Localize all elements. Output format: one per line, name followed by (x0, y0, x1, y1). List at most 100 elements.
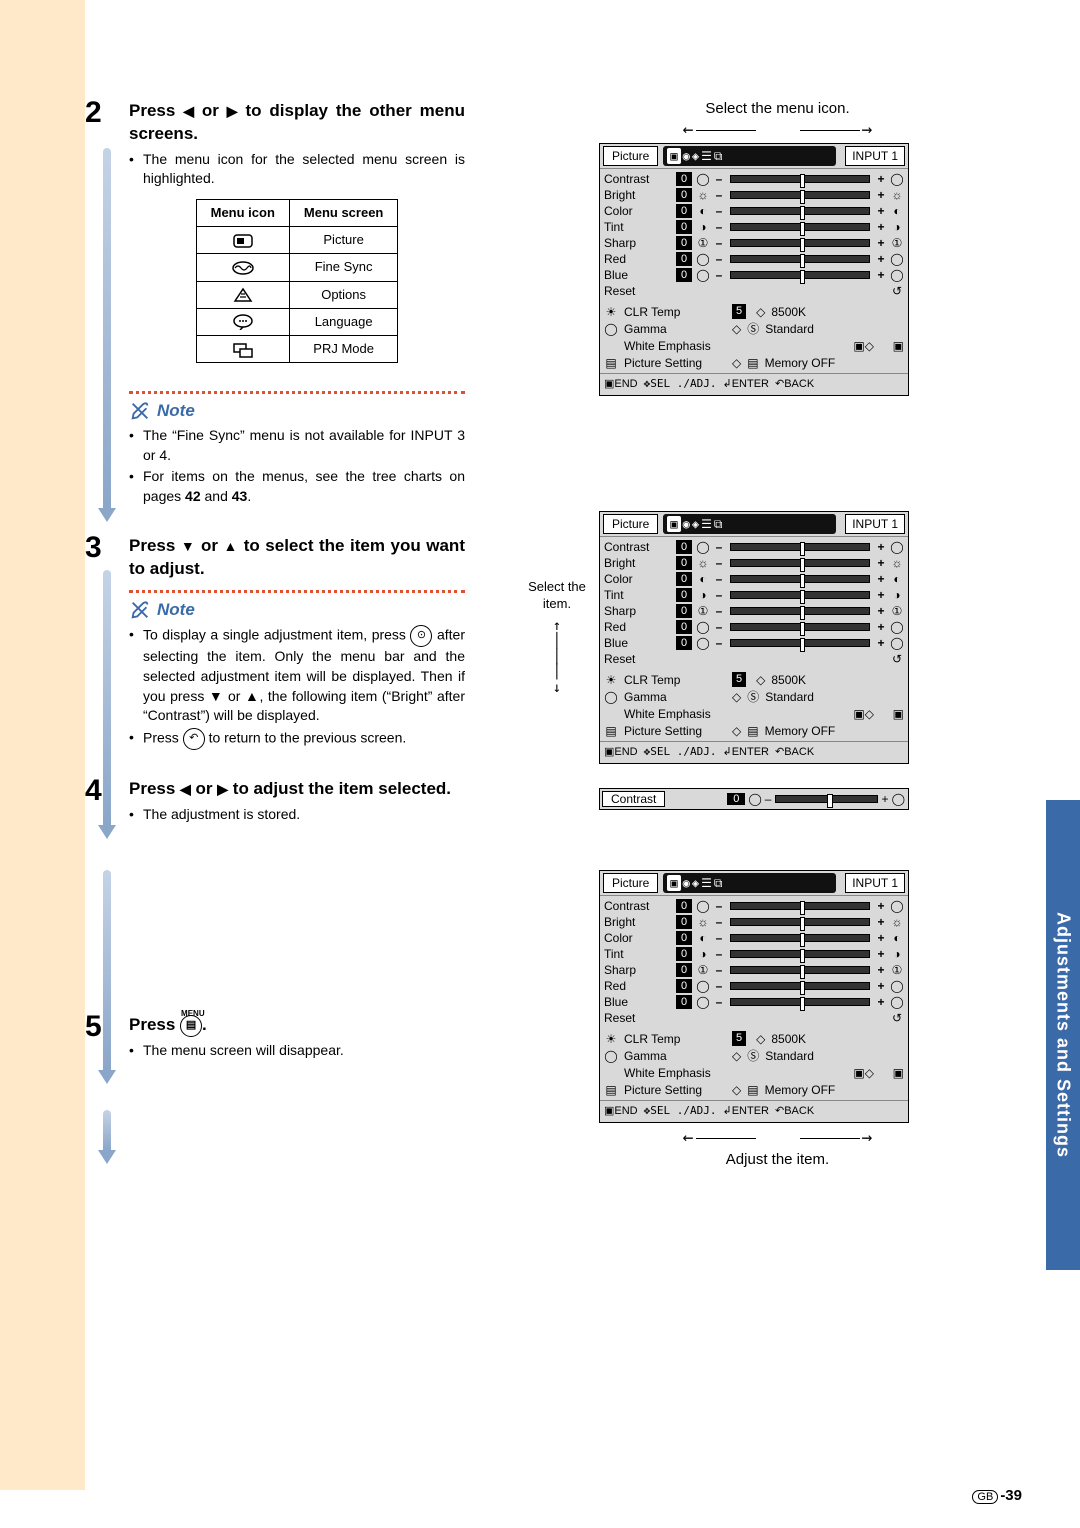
osd-value: 0 (676, 540, 692, 554)
osd-rows: Contrast0◯–+◯Bright0☼–+☼Color0◐–+◐Tint0◑… (600, 169, 908, 301)
glyph-icon: ◑ (696, 946, 710, 962)
plus-icon: + (876, 930, 886, 946)
osd-row: Contrast0◯–+◯ (604, 898, 904, 914)
glyph-icon: ◯ (890, 251, 904, 267)
osd-input-label: INPUT 1 (845, 146, 905, 166)
minus-icon: – (714, 187, 724, 203)
plus-icon: + (876, 539, 886, 555)
glyph-icon: ◯ (696, 251, 710, 267)
osd-footer-sel: ✥SEL ./ADJ. (644, 745, 717, 760)
section-tab: Adjustments and Settings (1046, 800, 1080, 1270)
text: The menu screen will disappear. (143, 1041, 344, 1061)
s-icon: Ⓢ (747, 1048, 759, 1064)
dotted-rule (129, 590, 465, 593)
osd-footer-back: ↶BACK (775, 1104, 814, 1119)
osd-rows: Contrast0◯–+◯Bright0☼–+☼Color0◐–+◐Tint0◑… (600, 896, 908, 1028)
glyph-icon: ☼ (890, 187, 904, 203)
horizontal-arrow (525, 1129, 1030, 1147)
plus-icon: + (876, 603, 886, 619)
osd-input-label: INPUT 1 (845, 873, 905, 893)
plus-icon: + (876, 171, 886, 187)
osd-value: 8500K (771, 672, 806, 688)
minus-icon: – (714, 251, 724, 267)
glyph-icon: ☼ (696, 914, 710, 930)
gamma-icon: ◯ (604, 321, 618, 337)
osd-row: Color0◐–+◐ (604, 930, 904, 946)
glyph-icon: ① (696, 603, 710, 619)
osd-bar (730, 591, 870, 599)
toggle-icon: ▣ (893, 706, 904, 722)
menu-icon-picture (196, 227, 289, 254)
glyph-icon: ① (890, 235, 904, 251)
osd-options: ☀CLR Temp5◇ 8500K◯Gamma◇ⓈStandardWhite E… (600, 301, 908, 373)
osd-value: 0 (676, 236, 692, 250)
osd-footer-back: ↶BACK (775, 377, 814, 392)
osd-bar (730, 950, 870, 958)
osd-item-label: Gamma (624, 321, 726, 337)
minus-icon: – (765, 792, 772, 806)
glyph-icon: ① (890, 962, 904, 978)
minus-icon: – (714, 914, 724, 930)
text: The “Fine Sync” menu is not available fo… (143, 426, 465, 465)
text: To display a single adjustment item, pre… (143, 625, 465, 725)
osd-footer-sel: ✥SEL ./ADJ. (644, 1104, 717, 1119)
osd-row: Blue0◯–+◯ (604, 267, 904, 283)
osd-item-label: White Emphasis (624, 338, 726, 354)
glyph-icon: ◯ (696, 635, 710, 651)
text: Press (129, 101, 183, 120)
step-5: 5 Press MENU▤. •The menu screen will dis… (85, 1014, 465, 1061)
glyph-icon: ☼ (890, 555, 904, 571)
toggle-icon: ▣◇ (853, 1065, 874, 1081)
text: The adjustment is stored. (143, 805, 300, 825)
glyph-icon: ◐ (696, 930, 710, 946)
left-margin (0, 0, 85, 1490)
table-cell: Fine Sync (289, 254, 397, 281)
osd-row: Blue0◯–+◯ (604, 635, 904, 651)
osd-bar (730, 255, 870, 263)
osd-footer-end: ▣END (604, 1104, 638, 1119)
osd-value: Standard (765, 1048, 814, 1064)
osd-footer-sel: ✥SEL ./ADJ. (644, 377, 717, 392)
glyph-icon: ① (696, 235, 710, 251)
osd-row: Contrast0◯–+◯ (604, 171, 904, 187)
osd-item-label: Blue (604, 994, 672, 1010)
s-icon: Ⓢ (747, 689, 759, 705)
glyph-icon: ◯ (696, 978, 710, 994)
osd-tab-icons: ▣◉◈☰⧉ (663, 873, 836, 893)
osd-value: 0 (676, 188, 692, 202)
osd-item-label: Red (604, 978, 672, 994)
osd-item-label: Color (604, 571, 672, 587)
osd-item-label: Tint (604, 587, 672, 603)
glyph-icon: ◯ (696, 267, 710, 283)
osd-chip: 5 (732, 304, 746, 319)
osd-item-label: White Emphasis (624, 706, 726, 722)
osd-options: ☀CLR Temp5◇ 8500K◯Gamma◇ⓈStandardWhite E… (600, 1028, 908, 1100)
memory-icon: ▤ (747, 355, 758, 371)
osd-bar (730, 543, 870, 551)
step-number: 4 (85, 774, 102, 808)
osd-item-label: Picture Setting (624, 355, 726, 371)
left-triangle-icon: ◀ (183, 102, 194, 121)
clr-temp-icon: ☀ (604, 1031, 618, 1047)
osd-row: Bright0☼–+☼ (604, 555, 904, 571)
plus-icon: + (876, 946, 886, 962)
diamond-icon: ◇ (732, 689, 741, 705)
osd-bar (730, 966, 870, 974)
osd-item-label: Sharp (604, 962, 672, 978)
text: The menu icon for the selected menu scre… (143, 150, 465, 189)
osd-title: Picture (603, 514, 658, 534)
osd-chip: 5 (732, 672, 746, 687)
osd-value: 0 (676, 636, 692, 650)
osd-bar (730, 639, 870, 647)
glyph-icon: ◑ (890, 946, 904, 962)
osd-value: 0 (676, 915, 692, 929)
plus-icon: + (876, 267, 886, 283)
osd-menu: Picture ▣◉◈☰⧉ INPUT 1 Contrast0◯–+◯Brigh… (599, 870, 909, 1123)
glyph-icon: ☼ (696, 187, 710, 203)
table-cell: Picture (289, 227, 397, 254)
plus-icon: + (876, 587, 886, 603)
osd-item-label: Picture Setting (624, 1082, 726, 1098)
s-icon: Ⓢ (747, 321, 759, 337)
minus-icon: – (714, 946, 724, 962)
glyph-icon: ◯ (696, 171, 710, 187)
